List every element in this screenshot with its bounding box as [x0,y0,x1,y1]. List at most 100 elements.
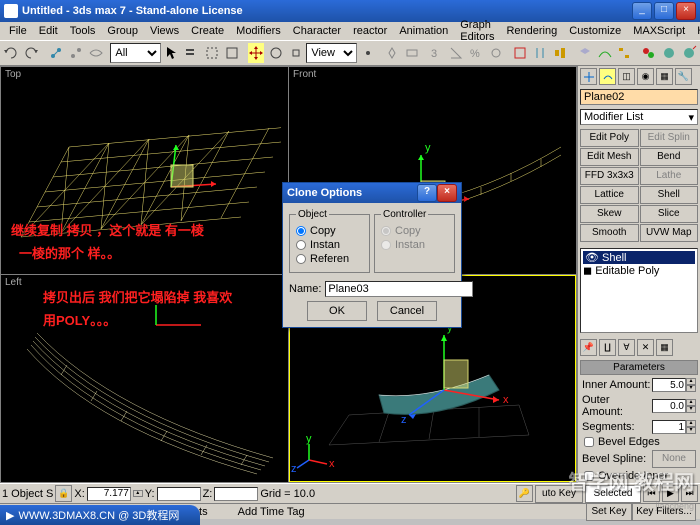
menu-rendering[interactable]: Rendering [501,24,562,38]
tab-display[interactable]: ▦ [656,68,673,85]
svg-text:%: % [470,48,480,60]
select-by-name-button[interactable] [182,42,201,64]
inner-down[interactable]: ▾ [686,385,696,392]
mod-editmesh[interactable]: Edit Mesh [580,148,639,166]
menu-tools[interactable]: Tools [65,24,101,38]
material-editor-button[interactable] [639,42,658,64]
manipulate-button[interactable] [383,42,402,64]
menu-file[interactable]: File [4,24,32,38]
mod-shell[interactable]: Shell [640,186,699,204]
menu-customize[interactable]: Customize [564,24,626,38]
mirror-button[interactable] [531,42,550,64]
keyboard-shortcut-button[interactable] [403,42,422,64]
move-button[interactable] [247,42,266,64]
menu-edit[interactable]: Edit [34,24,63,38]
mod-editpoly[interactable]: Edit Poly [580,129,639,147]
make-unique-button[interactable]: ∀ [618,339,635,356]
window-crossing-button[interactable] [222,42,241,64]
scale-button[interactable] [286,42,305,64]
mod-skew[interactable]: Skew [580,205,639,223]
mod-lattice[interactable]: Lattice [580,186,639,204]
rotate-button[interactable] [266,42,285,64]
ref-coord-dropdown[interactable]: View [306,43,357,63]
align-button[interactable] [551,42,570,64]
menu-help[interactable]: Help [692,24,700,38]
named-sel-button[interactable] [511,42,530,64]
ok-button[interactable]: OK [307,301,367,321]
mod-bend[interactable]: Bend [640,148,699,166]
name-input[interactable] [325,281,473,297]
mod-slice[interactable]: Slice [640,205,699,223]
z-coord-input[interactable] [214,487,258,501]
menu-character[interactable]: Character [288,24,346,38]
snap-button[interactable]: 3 [427,42,446,64]
configure-sets-button[interactable]: ▦ [656,339,673,356]
setkey-button[interactable]: Set Key [586,503,632,521]
minimize-button[interactable]: _ [632,2,652,20]
mod-smooth[interactable]: Smooth [580,224,639,242]
layer-button[interactable] [575,42,594,64]
bevel-edges-checkbox[interactable] [584,437,594,447]
modifier-stack[interactable]: 👁 Shell ◼ Editable Poly [580,248,698,333]
remove-modifier-button[interactable]: ✕ [637,339,654,356]
selection-filter-dropdown[interactable]: All [110,43,161,63]
menu-reactor[interactable]: reactor [348,24,392,38]
render-scene-button[interactable] [659,42,678,64]
outer-amount-input[interactable] [652,399,686,413]
key-icon[interactable]: 🔑 [516,485,533,502]
menu-grapheditors[interactable]: Graph Editors [455,18,499,44]
tab-hierarchy[interactable]: ◫ [618,68,635,85]
schematic-button[interactable] [615,42,634,64]
curve-editor-button[interactable] [595,42,614,64]
x-coord-input[interactable] [87,487,131,501]
rect-select-button[interactable] [202,42,221,64]
menu-maxscript[interactable]: MAXScript [628,24,690,38]
menu-create[interactable]: Create [186,24,229,38]
tab-utilities[interactable]: 🔧 [675,68,692,85]
link-button[interactable] [46,42,65,64]
spinner-snap-button[interactable] [487,42,506,64]
inner-amount-input[interactable] [652,378,686,392]
viewport-left[interactable]: Left 拷贝出后 我们把它塌陷掉 我喜欢 用POLY。。。 [1,275,288,482]
menu-modifiers[interactable]: Modifiers [231,24,286,38]
menu-views[interactable]: Views [145,24,184,38]
pin-stack-button[interactable]: 📌 [580,339,597,356]
unlink-button[interactable] [66,42,85,64]
inner-up[interactable]: ▴ [686,378,696,385]
close-button[interactable]: × [676,2,696,20]
cancel-button[interactable]: Cancel [377,301,437,321]
dialog-help-button[interactable]: ? [417,184,437,202]
percent-snap-button[interactable]: % [467,42,486,64]
redo-button[interactable] [22,42,41,64]
mod-editspline[interactable]: Edit Splin [640,129,699,147]
modifier-list-dropdown[interactable]: Modifier List [580,109,698,125]
pivot-button[interactable] [358,42,377,64]
show-end-result-button[interactable]: ∐ [599,339,616,356]
segments-input[interactable] [652,420,686,434]
maximize-button[interactable]: □ [654,2,674,20]
y-coord-input[interactable] [157,487,201,501]
object-name-field[interactable]: Plane02 [580,89,698,105]
mod-ffd[interactable]: FFD 3x3x3 [580,167,639,185]
tab-modify[interactable] [599,68,616,85]
lock-selection-icon[interactable]: 🔒 [55,485,72,502]
quick-render-button[interactable] [679,42,698,64]
radio-instance[interactable] [296,240,306,250]
select-button[interactable] [162,42,181,64]
tab-create[interactable] [580,68,597,85]
mod-uvw[interactable]: UVW Map [640,224,699,242]
dialog-close-button[interactable]: × [437,184,457,202]
mod-lathe[interactable]: Lathe [640,167,699,185]
tab-motion[interactable]: ◉ [637,68,654,85]
rollout-parameters[interactable]: Parameters [580,360,698,375]
annotation-top-1: 继续复制 拷贝 ，这个就是 有一棱 [11,222,204,240]
angle-snap-button[interactable] [447,42,466,64]
window-titlebar: Untitled - 3ds max 7 - Stand-alone Licen… [0,0,700,22]
bind-spacewarp-button[interactable] [86,42,105,64]
viewport-top[interactable]: Top 继续复制 拷贝 ，这个就是 有一棱 一棱的那个 样。。 [1,67,288,274]
radio-copy[interactable] [296,226,306,236]
menu-group[interactable]: Group [102,24,143,38]
menu-animation[interactable]: Animation [394,24,453,38]
radio-reference[interactable] [296,254,306,264]
undo-button[interactable] [2,42,21,64]
